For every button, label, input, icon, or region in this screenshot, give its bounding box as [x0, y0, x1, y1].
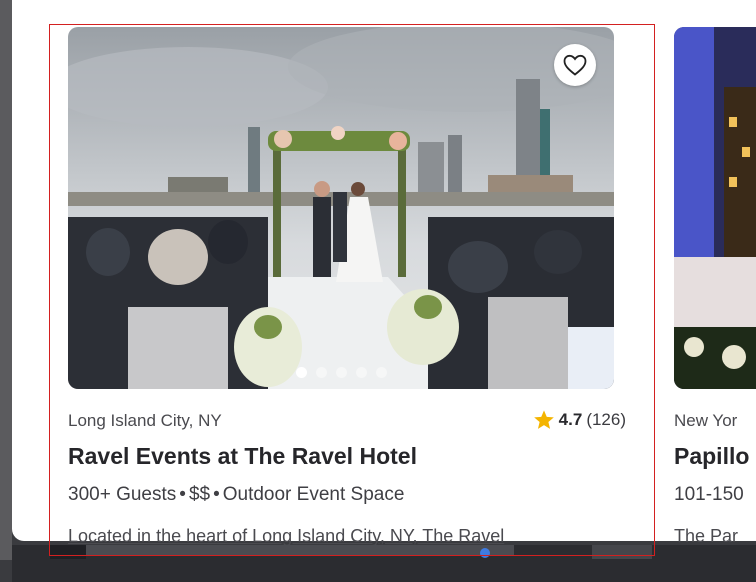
- taskbar: [12, 545, 756, 582]
- venue-description: Located in the heart of Long Island City…: [68, 526, 505, 546]
- star-icon: [533, 410, 554, 429]
- venue-location: Long Island City, NY: [68, 411, 222, 430]
- price-level: $$: [188, 484, 211, 505]
- venue-photo-2-image: [674, 27, 756, 389]
- heart-outline-icon: [563, 54, 587, 76]
- venue-location-2: New Yor: [674, 411, 738, 430]
- review-count: (126): [586, 410, 626, 429]
- taskbar-item[interactable]: [592, 545, 652, 559]
- venue-description-2: The Par: [674, 526, 739, 546]
- taskbar-progress: [86, 545, 514, 555]
- venue-photo[interactable]: [68, 27, 614, 389]
- carousel-indicators: [68, 367, 614, 378]
- venue-rating: 4.7 (126): [533, 409, 626, 431]
- carousel-dot[interactable]: [355, 367, 367, 378]
- venue-title-2[interactable]: Papillo: [674, 443, 749, 470]
- venue-photo-image: [68, 27, 614, 389]
- venue-meta: 300+ Guests • $$ • Outdoor Event Space: [68, 484, 404, 506]
- meta-separator: •: [213, 484, 220, 505]
- venue-meta-2: 101-150: [674, 484, 744, 505]
- carousel-dot[interactable]: [335, 367, 347, 378]
- taskbar-item[interactable]: [50, 545, 86, 559]
- carousel-dot[interactable]: [375, 367, 387, 378]
- guest-capacity: 300+ Guests: [68, 484, 177, 505]
- venue-title[interactable]: Ravel Events at The Ravel Hotel: [68, 443, 417, 470]
- favorite-button[interactable]: [554, 44, 596, 86]
- carousel-dot[interactable]: [315, 367, 327, 378]
- venue-type: Outdoor Event Space: [222, 484, 405, 505]
- carousel-dot[interactable]: [295, 367, 307, 378]
- rating-score: 4.7: [558, 410, 583, 429]
- window-left-edge: [0, 0, 12, 560]
- taskbar-indicator: [480, 548, 490, 558]
- meta-separator: •: [179, 484, 186, 505]
- venue-photo-2[interactable]: [674, 27, 756, 389]
